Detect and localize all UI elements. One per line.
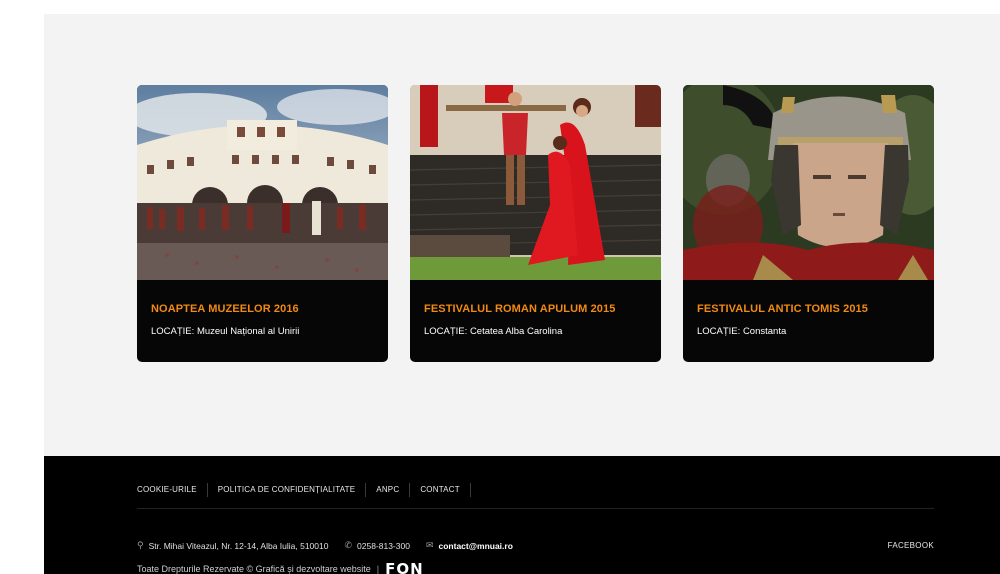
copyright-separator: | <box>376 564 380 574</box>
contact-info: ⚲ Str. Mihai Viteazul, Nr. 12-14, Alba I… <box>137 540 529 551</box>
footer-nav: COOKIE-URILE POLITICA DE CONFIDENȚIALITA… <box>137 483 471 497</box>
nav-link-anpc[interactable]: ANPC <box>366 483 411 497</box>
site-footer: COOKIE-URILE POLITICA DE CONFIDENȚIALITA… <box>44 456 1000 574</box>
card-location: LOCAȚIE: Constanta <box>697 326 786 337</box>
location-label: LOCAȚIE: <box>697 326 741 337</box>
event-photo[interactable] <box>683 85 934 280</box>
facebook-link[interactable]: FACEBOOK <box>888 541 934 550</box>
location-value: Constanta <box>742 326 787 337</box>
location-value: Muzeul Național al Unirii <box>196 326 300 337</box>
event-card-noaptea-muzeelor[interactable]: NOAPTEA MUZEELOR 2016 LOCAȚIE: Muzeul Na… <box>137 85 388 362</box>
email-item[interactable]: ✉ contact@mnuai.ro <box>426 540 513 551</box>
event-card-festivalul-apulum[interactable]: FESTIVALUL ROMAN APULUM 2015 LOCAȚIE: Ce… <box>410 85 661 362</box>
card-title[interactable]: NOAPTEA MUZEELOR 2016 <box>151 303 299 315</box>
phone-item[interactable]: ✆ 0258-813-300 <box>344 540 409 551</box>
event-photo[interactable] <box>137 85 388 280</box>
event-photo[interactable] <box>410 85 661 280</box>
card-title[interactable]: FESTIVALUL ROMAN APULUM 2015 <box>424 303 615 315</box>
email-link[interactable]: contact@mnuai.ro <box>439 541 513 551</box>
phone-text[interactable]: 0258-813-300 <box>357 541 410 551</box>
museum-building-image <box>137 85 388 280</box>
map-pin-icon: ⚲ <box>137 540 144 550</box>
location-value: Cetatea Alba Carolina <box>469 326 563 337</box>
address-item: ⚲ Str. Mihai Viteazul, Nr. 12-14, Alba I… <box>137 540 328 551</box>
location-label: LOCAȚIE: <box>424 326 468 337</box>
address-text: Str. Mihai Viteazul, Nr. 12-14, Alba Iul… <box>148 540 329 551</box>
nav-link-cookies[interactable]: COOKIE-URILE <box>137 483 208 497</box>
footer-divider <box>137 508 934 509</box>
location-label: LOCAȚIE: <box>151 326 195 337</box>
roman-soldier-image <box>683 85 934 280</box>
phone-icon: ✆ <box>344 540 353 550</box>
copyright-text: Toate Drepturile Rezervate © Grafică și … <box>137 564 371 574</box>
card-location: LOCAȚIE: Cetatea Alba Carolina <box>424 326 562 337</box>
envelope-icon: ✉ <box>425 540 434 550</box>
card-title[interactable]: FESTIVALUL ANTIC TOMIS 2015 <box>697 303 868 315</box>
nav-link-contact[interactable]: CONTACT <box>410 483 471 497</box>
page-content: NOAPTEA MUZEELOR 2016 LOCAȚIE: Muzeul Na… <box>44 14 1000 574</box>
roman-festival-image <box>410 85 661 280</box>
agency-logo[interactable]: FON <box>385 560 424 574</box>
event-card-festivalul-tomis[interactable]: FESTIVALUL ANTIC TOMIS 2015 LOCAȚIE: Con… <box>683 85 934 362</box>
nav-link-privacy-policy[interactable]: POLITICA DE CONFIDENȚIALITATE <box>208 483 367 497</box>
copyright-line: Toate Drepturile Rezervate © Grafică și … <box>137 560 424 574</box>
card-location: LOCAȚIE: Muzeul Național al Unirii <box>151 326 299 337</box>
